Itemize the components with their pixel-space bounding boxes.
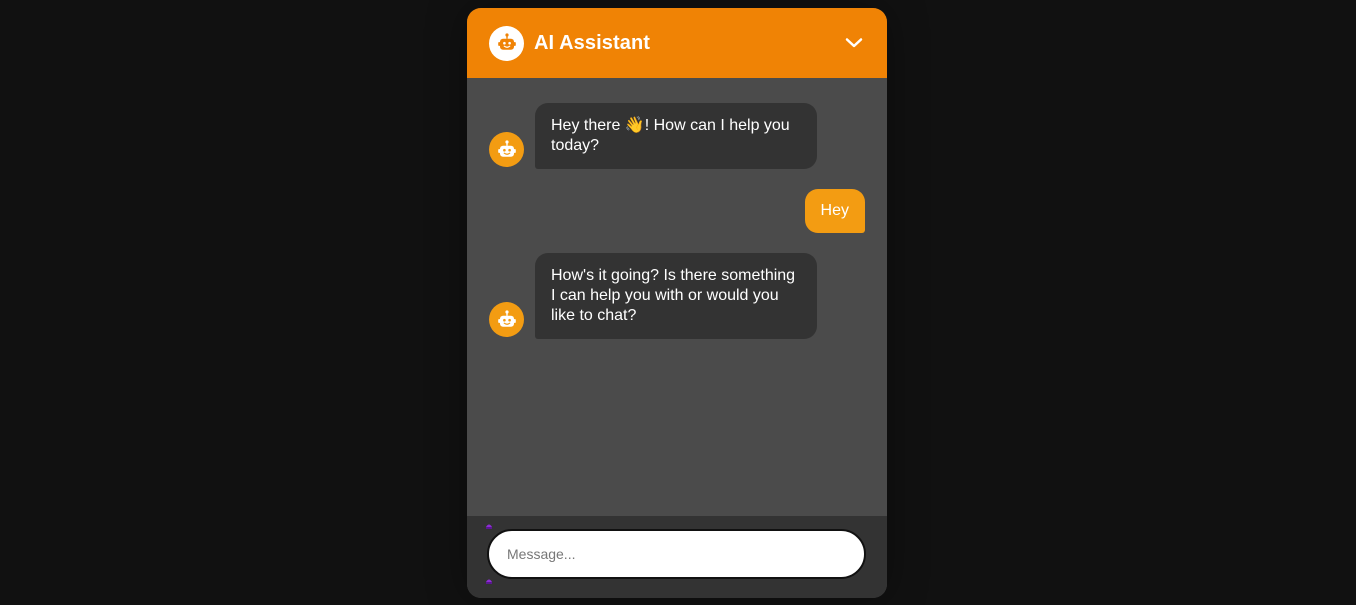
message-text: How's it going? Is there something I can…: [535, 253, 817, 339]
chat-body: Hey there 👋! How can I help you today? H…: [467, 78, 887, 516]
robot-icon: [489, 25, 524, 61]
chat-title: AI Assistant: [534, 31, 651, 54]
bot-message: How's it going? Is there something I can…: [489, 253, 865, 339]
chat-header: AI Assistant: [467, 8, 887, 78]
chatbot-window: AI Assistant Hey there 👋! How can I help…: [467, 8, 887, 598]
resize-handle-icon[interactable]: [485, 522, 493, 530]
chevron-down-icon[interactable]: [843, 32, 865, 54]
user-message: Hey: [489, 189, 865, 233]
chat-footer: [467, 516, 887, 598]
robot-icon: [489, 132, 524, 167]
bot-message: Hey there 👋! How can I help you today?: [489, 103, 865, 169]
message-text: Hey: [804, 189, 865, 233]
resize-handle-icon[interactable]: [485, 577, 493, 585]
message-input[interactable]: [487, 529, 866, 579]
robot-icon: [489, 302, 524, 337]
message-text: Hey there 👋! How can I help you today?: [535, 103, 817, 169]
